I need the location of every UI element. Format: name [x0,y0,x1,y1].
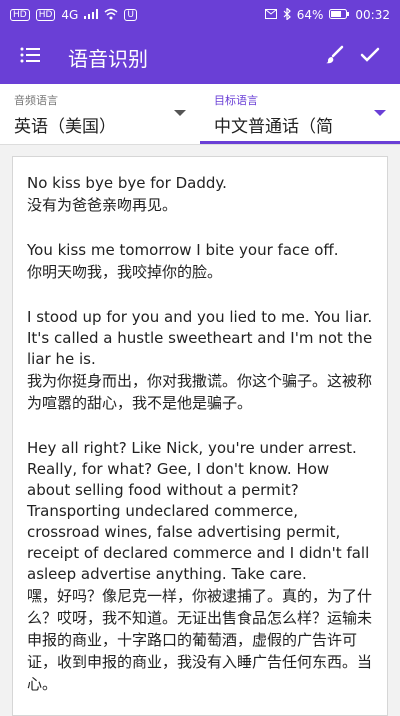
hd-chip-1: HD [10,9,30,21]
chinese-text: 你明天吻我，我咬掉你的脸。 [27,263,223,281]
english-text: You kiss me tomorrow I bite your face of… [27,241,339,259]
menu-button[interactable] [12,39,48,75]
language-bar: 音频语言 英语（美国） 目标语言 中文普通话（简 [0,84,400,145]
battery-text: 64% [296,8,324,22]
target-language-label: 目标语言 [214,94,258,107]
chinese-text: 我为你挺身而出，你对我撒谎。你这个骗子。这被称为喧嚣的甜心，我不是他是骗子。 [27,372,373,412]
transcript-entry: No kiss bye bye for Daddy. 没有为爸爸亲吻再见。 [27,173,373,216]
source-language-select[interactable]: 音频语言 英语（美国） [0,84,200,144]
transcript-panel[interactable]: No kiss bye bye for Daddy. 没有为爸爸亲吻再见。 Yo… [12,156,388,716]
wifi-icon [104,8,118,23]
clock: 00:32 [355,8,390,22]
brush-button[interactable] [316,39,352,75]
transcript-entry: Hey all right? Like Nick, you're under a… [27,438,373,695]
english-text: Hey all right? Like Nick, you're under a… [27,439,370,583]
status-right: 64% 00:32 [264,6,390,23]
english-text: No kiss bye bye for Daddy. [27,174,227,192]
target-language-select[interactable]: 目标语言 中文普通话（简 [200,84,400,144]
status-left: HD HD 4G U [10,8,137,23]
chinese-text: 没有为爸爸亲吻再见。 [27,196,178,214]
page-title: 语音识别 [68,46,148,71]
app-badge: U [124,9,137,21]
english-text: I stood up for you and you lied to me. Y… [27,308,373,368]
confirm-button[interactable] [352,39,388,75]
chevron-down-icon [174,110,186,116]
chinese-text: 嘿，好吗？像尼克一样，你被逮捕了。真的，为了什么？哎呀，我不知道。无证出售食品怎… [27,587,373,693]
menu-icon [20,47,40,67]
brush-icon [324,45,344,69]
mail-icon [264,8,277,22]
signal-icon [84,8,99,22]
app-bar: 语音识别 [0,30,400,84]
check-icon [360,47,380,67]
bluetooth-icon [283,6,291,23]
transcript-entry: I stood up for you and you lied to me. Y… [27,307,373,414]
source-language-value: 英语（美国） [14,117,116,137]
chevron-down-icon [374,110,386,116]
status-bar: HD HD 4G U 64% 00:32 [0,0,400,30]
hd-chip-2: HD [35,9,56,21]
source-language-label: 音频语言 [14,94,58,107]
signal-text: 4G [61,8,79,22]
battery-icon [329,8,350,22]
target-language-value: 中文普通话（简 [214,117,333,137]
transcript-entry: You kiss me tomorrow I bite your face of… [27,240,373,283]
